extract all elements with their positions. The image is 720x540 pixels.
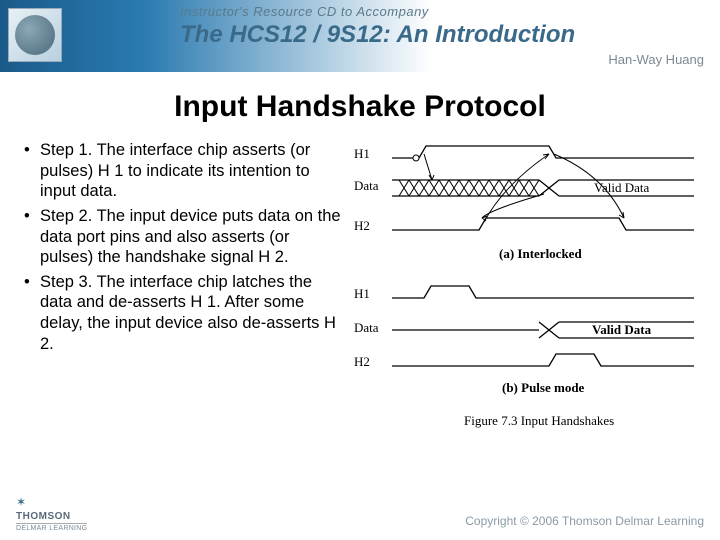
caption-b: (b) Pulse mode bbox=[502, 380, 585, 395]
signal-label-data-a: Data bbox=[354, 178, 379, 193]
signal-label-h1-a: H1 bbox=[354, 146, 370, 161]
step-text: Step 1. The interface chip asserts (or p… bbox=[40, 140, 346, 202]
slide-title: Input Handshake Protocol bbox=[0, 90, 720, 124]
steps-list: •Step 1. The interface chip asserts (or … bbox=[16, 140, 346, 455]
signal-label-h1-b: H1 bbox=[354, 286, 370, 301]
caption-a: (a) Interlocked bbox=[499, 246, 582, 261]
signal-label-h2-b: H2 bbox=[354, 354, 370, 369]
signal-label-h2-a: H2 bbox=[354, 218, 370, 233]
thomson-label: THOMSON bbox=[16, 511, 87, 524]
diagram-svg: H1 Data bbox=[354, 140, 704, 450]
resource-line: Instructor's Resource CD to Accompany bbox=[180, 4, 575, 19]
step-text: Step 3. The interface chip latches the d… bbox=[40, 272, 346, 355]
star-icon: ✶ bbox=[16, 495, 26, 509]
valid-data-label-a: Valid Data bbox=[594, 180, 649, 195]
slide-header: Instructor's Resource CD to Accompany Th… bbox=[0, 0, 720, 72]
figure-caption: Figure 7.3 Input Handshakes bbox=[464, 413, 614, 428]
header-logo bbox=[8, 4, 128, 68]
valid-data-label-b: Valid Data bbox=[592, 322, 652, 337]
timing-diagram: H1 Data bbox=[346, 140, 704, 455]
list-item: •Step 2. The input device puts data on t… bbox=[24, 206, 346, 268]
publisher-logo: ✶ THOMSON DELMAR LEARNING bbox=[16, 493, 87, 532]
list-item: •Step 3. The interface chip latches the … bbox=[24, 272, 346, 355]
list-item: •Step 1. The interface chip asserts (or … bbox=[24, 140, 346, 202]
delmar-label: DELMAR LEARNING bbox=[16, 525, 87, 532]
header-title-block: Instructor's Resource CD to Accompany Th… bbox=[180, 4, 575, 49]
content-area: •Step 1. The interface chip asserts (or … bbox=[0, 140, 720, 455]
step-text: Step 2. The input device puts data on th… bbox=[40, 206, 346, 268]
copyright-text: Copyright © 2006 Thomson Delmar Learning bbox=[465, 514, 704, 528]
book-title: The HCS12 / 9S12: An Introduction bbox=[180, 21, 575, 49]
author-name: Han-Way Huang bbox=[608, 52, 704, 67]
signal-label-data-b: Data bbox=[354, 320, 379, 335]
globe-icon bbox=[8, 8, 62, 62]
